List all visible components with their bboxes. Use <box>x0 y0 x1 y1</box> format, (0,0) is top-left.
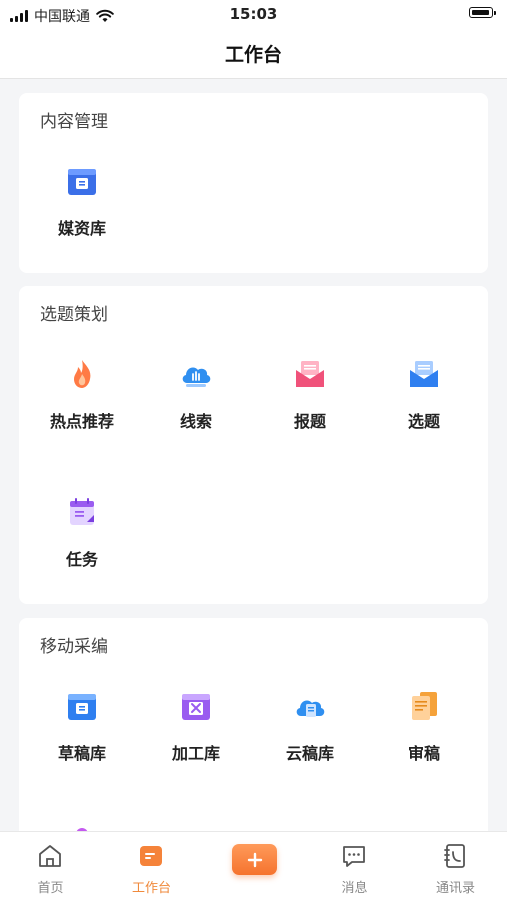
workbench-icon <box>140 846 162 866</box>
grid-item-clues[interactable]: 线索 <box>139 356 253 466</box>
grid-item-report-topic[interactable]: 报题 <box>253 356 367 466</box>
tab-label: 工作台 <box>131 881 171 896</box>
grid-item-label: 热点推荐 <box>49 412 114 431</box>
tab-label: 通讯录 <box>435 881 475 896</box>
tools-box-icon <box>182 694 210 720</box>
grid-item-label: 线索 <box>179 412 212 431</box>
tab-contacts[interactable]: 通讯录 <box>405 832 506 901</box>
cloud-doc-icon <box>296 700 325 717</box>
draft-box-icon <box>68 694 96 720</box>
grid-item-select-topic[interactable]: 选题 <box>367 356 481 466</box>
grid-item-label: 草稿库 <box>57 744 106 763</box>
grid-item-label: 选题 <box>407 412 440 431</box>
grid-item-hot-recommend[interactable]: 热点推荐 <box>25 356 139 466</box>
envelope-report-icon <box>296 361 324 387</box>
tab-label: 首页 <box>37 881 64 896</box>
status-bar: 中国联通 15:03 <box>0 0 507 28</box>
plus-icon <box>247 852 262 867</box>
main-content[interactable]: 内容管理 媒资库 选题策划 热点推荐 线索 报题 选题 任务 移动采编 草稿库 … <box>0 79 507 831</box>
tab-workbench[interactable]: 工作台 <box>101 832 202 901</box>
grid-item-label: 报题 <box>293 412 326 431</box>
grid-item-drafts[interactable]: 草稿库 <box>25 688 139 798</box>
flame-icon <box>74 360 91 388</box>
message-icon <box>343 846 365 867</box>
page-title: 工作台 <box>224 43 282 66</box>
section-title: 内容管理 <box>40 112 108 132</box>
tab-messages[interactable]: 消息 <box>304 832 405 901</box>
battery-icon <box>469 7 496 18</box>
tab-bar: 首页 工作台 消息 通讯录 <box>0 831 507 901</box>
grid-item-cloud-drafts[interactable]: 云稿库 <box>253 688 367 798</box>
section-content-management: 内容管理 媒资库 <box>19 93 488 273</box>
tab-home[interactable]: 首页 <box>0 832 101 901</box>
grid-item-label: 任务 <box>65 550 98 569</box>
section-title: 移动采编 <box>40 637 108 657</box>
media-library-icon <box>68 169 96 195</box>
grid-item-processing[interactable]: 加工库 <box>139 688 253 798</box>
contacts-icon <box>444 844 465 868</box>
section-mobile-editing: 移动采编 草稿库 加工库 云稿库 审稿 <box>19 618 488 831</box>
create-button[interactable] <box>232 844 277 875</box>
status-time: 15:03 <box>229 5 278 23</box>
grid-item-tasks[interactable]: 任务 <box>25 494 139 604</box>
section-topic-planning: 选题策划 热点推荐 线索 报题 选题 任务 <box>19 286 488 604</box>
calendar-task-icon <box>70 498 94 525</box>
section-title: 选题策划 <box>40 305 108 325</box>
header: 工作台 <box>0 28 507 79</box>
tab-label: 消息 <box>341 881 368 896</box>
review-doc-icon <box>412 692 437 720</box>
envelope-topic-icon <box>410 361 438 387</box>
grid-item-review[interactable]: 审稿 <box>367 688 481 798</box>
home-icon <box>39 845 61 867</box>
grid-item-label: 审稿 <box>407 744 440 763</box>
cloud-clue-icon <box>182 367 211 387</box>
grid-item-label: 云稿库 <box>285 744 334 763</box>
grid-item-media-library[interactable]: 媒资库 <box>25 163 139 273</box>
grid-item-label: 媒资库 <box>57 219 106 238</box>
grid-item-label: 加工库 <box>171 744 220 763</box>
